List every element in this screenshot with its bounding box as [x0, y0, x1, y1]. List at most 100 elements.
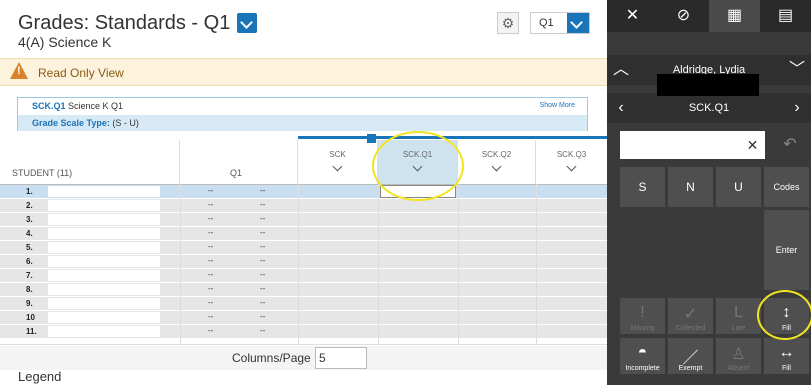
table-row[interactable]: 3. -- -- [0, 213, 607, 226]
undo-icon[interactable]: ↶ [775, 131, 805, 159]
fill-horizontal-label: Fill [782, 365, 791, 372]
late-button[interactable]: L Late [716, 298, 761, 334]
student-name-cell[interactable] [48, 326, 160, 337]
student-name-cell[interactable] [48, 214, 160, 225]
column-header-sck-q3[interactable]: SCK.Q3 [536, 140, 607, 184]
chart-icon[interactable]: ⊘ [658, 0, 709, 32]
late-icon: L [734, 304, 743, 321]
table-row[interactable]: 9. -- -- [0, 297, 607, 310]
standard-info-box: SCK.Q1 Science K Q1 Show More Grade Scal… [17, 97, 588, 131]
panel-toolbar: ✕ ⊘ ▦ ▤ [607, 0, 811, 32]
table-row[interactable]: 1. -- -- [0, 185, 607, 198]
key-s[interactable]: S [620, 167, 665, 207]
student-name-cell[interactable] [48, 256, 160, 267]
grade-cell: -- [260, 270, 266, 279]
student-name-cell[interactable] [48, 186, 160, 197]
column-divider [180, 184, 181, 345]
table-row[interactable]: 11. -- -- [0, 325, 607, 338]
grades-grid: STUDENT (11) Q1 SCK SCK.Q1 SCK.Q2 SCK.Q3… [0, 140, 607, 345]
column-name: SCK [329, 150, 346, 159]
term-select[interactable]: Q1 [530, 12, 590, 34]
highlight-circle [372, 131, 464, 201]
chevron-down-icon[interactable] [491, 161, 501, 172]
table-row[interactable]: 8. -- -- [0, 283, 607, 296]
grid-icon[interactable]: ▦ [709, 0, 760, 32]
collected-button[interactable]: ✓ Collected [668, 298, 713, 334]
student-name-cell[interactable] [48, 312, 160, 323]
close-icon[interactable]: ✕ [607, 0, 658, 32]
table-row[interactable]: 5. -- -- [0, 241, 607, 254]
student-name-cell[interactable] [48, 270, 160, 281]
row-number: 10 [26, 313, 35, 322]
key-codes[interactable]: Codes [764, 167, 809, 207]
columns-per-page-input[interactable]: 5 [315, 347, 367, 369]
row-number: 1. [26, 187, 33, 196]
assignment-name: SCK.Q1 [688, 102, 730, 114]
grade-cell: -- [260, 256, 266, 265]
grade-cell: -- [208, 186, 214, 195]
title-dropdown-button[interactable] [237, 13, 257, 33]
show-more-link[interactable]: Show More [540, 102, 575, 109]
student-name-cell[interactable] [48, 200, 160, 211]
chevron-down-icon[interactable] [567, 13, 589, 33]
table-row[interactable]: 2. -- -- [0, 199, 607, 212]
chevron-down-icon[interactable] [332, 161, 342, 172]
grade-cell: -- [260, 326, 266, 335]
columns-per-page-label: Columns/Page [232, 351, 311, 365]
highlight-circle [757, 290, 811, 340]
student-name-cell[interactable] [48, 298, 160, 309]
student-name-cell[interactable] [48, 228, 160, 239]
gradebook-screen: Grades: Standards - Q1 4(A) Science K ⚙ … [0, 0, 811, 385]
page-subtitle: 4(A) Science K [18, 34, 112, 50]
incomplete-button[interactable]: ◓ Incomplete [620, 338, 665, 374]
student-name-cell[interactable] [48, 284, 160, 295]
table-row[interactable]: 10 -- -- [0, 311, 607, 324]
grade-cell: -- [260, 242, 266, 251]
gear-icon[interactable]: ⚙ [497, 12, 519, 34]
score-input[interactable]: ✕ [620, 131, 765, 159]
column-divider [298, 184, 299, 345]
exempt-button[interactable]: ／ Exempt [668, 338, 713, 374]
column-name: SCK.Q3 [556, 150, 587, 159]
missing-label: Missing [630, 325, 655, 332]
late-label: Late [731, 325, 746, 332]
column-divider [536, 184, 537, 345]
horizontal-arrows-icon: ↔ [778, 344, 795, 361]
warning-icon [10, 62, 28, 79]
key-u[interactable]: U [716, 167, 761, 207]
grade-cell: -- [260, 228, 266, 237]
fill-horizontal-button[interactable]: ↔ Fill [764, 338, 809, 374]
column-header-sck-q2[interactable]: SCK.Q2 [458, 140, 536, 184]
grade-cell: -- [260, 298, 266, 307]
chevron-down-icon[interactable]: ﹀ [783, 55, 811, 85]
table-row[interactable]: 6. -- -- [0, 255, 607, 268]
comment-icon[interactable]: ▤ [760, 0, 811, 32]
student-name-cell[interactable] [48, 242, 160, 253]
absent-label: Absent [727, 365, 750, 372]
column-name: SCK.Q2 [481, 150, 512, 159]
grade-cell: -- [260, 312, 266, 321]
term-select-value: Q1 [539, 17, 554, 29]
row-number: 9. [26, 299, 33, 308]
chevron-down-icon[interactable] [566, 161, 576, 172]
grade-cell: -- [260, 186, 266, 195]
table-row[interactable]: 7. -- -- [0, 269, 607, 282]
standard-desc: Science K Q1 [68, 101, 124, 111]
absent-button[interactable]: ♙ Absent [716, 338, 761, 374]
column-header-sck[interactable]: SCK [298, 140, 378, 184]
incomplete-label: Incomplete [625, 365, 660, 372]
key-n[interactable]: N [668, 167, 713, 207]
key-enter[interactable]: Enter [764, 210, 809, 290]
columns-per-page-bar: Columns/Page 5 [0, 346, 607, 370]
grade-cell: -- [208, 270, 214, 279]
grade-cell: -- [208, 228, 214, 237]
absent-icon: ♙ [731, 346, 746, 363]
grade-cell: -- [208, 284, 214, 293]
missing-button[interactable]: ! Missing [620, 298, 665, 334]
page-title: Grades: Standards - Q1 [18, 12, 231, 34]
chevron-right-icon[interactable]: › [783, 93, 811, 123]
row-number: 11. [26, 327, 37, 336]
table-row[interactable]: 4. -- -- [0, 227, 607, 240]
clear-icon[interactable]: ✕ [740, 131, 765, 159]
grade-cell: -- [208, 200, 214, 209]
